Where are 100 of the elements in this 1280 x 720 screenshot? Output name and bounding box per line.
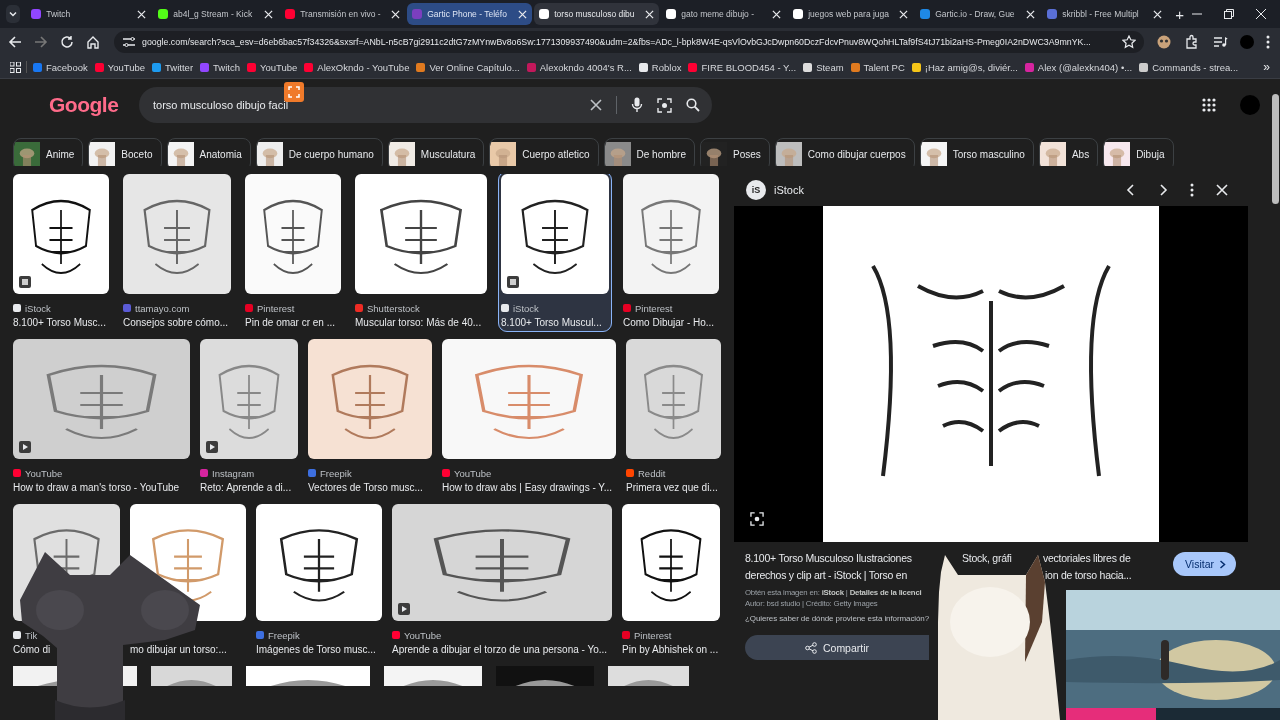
preview-title[interactable]: derechos y clip art - iStock | Torso en xyxy=(745,569,908,581)
screenshot-icon[interactable] xyxy=(284,82,304,102)
bookmark[interactable]: Roblox xyxy=(637,61,683,73)
bookmark[interactable]: YouTube xyxy=(246,61,299,73)
info-link[interactable]: ¿Quieres saber de dónde proviene esta información? xyxy=(745,614,929,623)
browser-tab[interactable]: skribbl - Free Multipl xyxy=(1042,3,1168,25)
browser-tab[interactable]: gato meme dibujo - xyxy=(661,3,787,25)
close-icon[interactable] xyxy=(899,9,909,19)
image-result[interactable]: Freepik Imágenes de Torso musc... xyxy=(256,504,382,656)
preview-title[interactable]: Stock, gráfi xyxy=(962,552,1012,564)
preview-title[interactable]: 8.100+ Torso Musculoso Ilustraciones xyxy=(745,552,912,564)
preview-title[interactable]: ion de torso hacia... xyxy=(1045,569,1132,581)
bookmark[interactable]: Alex (@alexkn404) •... xyxy=(1023,61,1134,73)
filter-chip[interactable]: De cuerpo humano xyxy=(255,138,383,166)
source-name: ttamayo.com xyxy=(135,302,190,314)
more-icon[interactable] xyxy=(1190,183,1194,197)
previous-icon[interactable] xyxy=(1126,184,1136,196)
visit-button[interactable]: Visitar xyxy=(1173,552,1236,576)
filter-chip[interactable]: Cuerpo atletico xyxy=(489,138,599,166)
more-bookmarks-button[interactable]: » xyxy=(1263,60,1270,74)
filter-chip[interactable]: Musculatura xyxy=(387,138,485,166)
bookmark[interactable]: FIRE BLOOD454 - Y... xyxy=(687,61,798,73)
bookmark[interactable]: YouTube xyxy=(93,61,147,73)
close-icon[interactable] xyxy=(645,9,655,19)
scrollbar-thumb[interactable] xyxy=(1272,94,1279,204)
bookmark[interactable]: Facebook xyxy=(32,61,89,73)
image-result[interactable]: Freepik Vectores de Torso musc... xyxy=(308,339,432,494)
new-tab-button[interactable]: + xyxy=(1169,5,1190,23)
close-icon[interactable] xyxy=(264,9,274,19)
image-result[interactable]: Pinterest Pin de omar cr en ... xyxy=(245,174,341,329)
image-result[interactable]: YouTube How to draw a man's torso - YouTube xyxy=(13,339,190,494)
browser-tab[interactable]: Gartic Phone - Teléfo xyxy=(407,3,533,25)
image-result[interactable]: Instagram Reto: Aprende a di... xyxy=(200,339,298,494)
browser-tab[interactable]: Gartic.io - Draw, Gue xyxy=(915,3,1041,25)
close-icon[interactable] xyxy=(518,9,528,19)
bookmark[interactable]: Twitter xyxy=(151,61,195,73)
browser-tab[interactable]: ab4l_g Stream - Kick xyxy=(153,3,279,25)
browser-tab[interactable]: torso musculoso dibu xyxy=(534,3,660,25)
filter-chip[interactable]: Anatomia xyxy=(166,138,251,166)
bookmark[interactable]: AlexOkndo - YouTube xyxy=(303,61,411,73)
restore-icon[interactable] xyxy=(1224,9,1234,19)
close-icon[interactable] xyxy=(1153,9,1163,19)
close-icon[interactable] xyxy=(1026,9,1036,19)
image-result[interactable]: iStock 8.100+ Torso Muscul... xyxy=(501,174,609,329)
filter-chip[interactable]: Dibuja xyxy=(1103,138,1174,166)
filter-chip[interactable]: Poses xyxy=(700,138,770,166)
filter-chip[interactable]: Anime xyxy=(13,138,84,166)
image-result[interactable]: YouTube Aprende a dibujar el torzo de una persona - Yo... xyxy=(392,504,612,656)
filter-chip[interactable]: Torso masculino xyxy=(919,138,1034,166)
reload-icon[interactable] xyxy=(60,35,74,49)
apps-grid-icon[interactable] xyxy=(1202,98,1216,112)
media-control-icon[interactable] xyxy=(1212,34,1228,50)
address-bar[interactable]: google.com/search?sca_esv=d6eb6bac57f34326&sxsrf=ANbL-n5cB7gi2911c2dtG7zMYnwBv8o6Sw:1771309937490&udm=2&fbs=ADc_l-bpk8W4E-qsVlOvbGJcDwpn60DczFdcvPnuv8WQohHLTaf9fS4tJ71bi2aHS-Pmeg0IA2nDWC3A9mnYK... xyxy=(114,31,1144,53)
image-result[interactable]: Pinterest Como Dibujar - Ho... xyxy=(623,174,719,329)
bookmark-star-icon[interactable] xyxy=(1122,35,1136,49)
image-result[interactable]: YouTube How to draw abs | Easy drawings - Y... xyxy=(442,339,616,494)
bookmark[interactable]: Ver Online Capítulo... xyxy=(415,61,521,73)
close-icon[interactable] xyxy=(1256,9,1266,19)
close-icon[interactable] xyxy=(772,9,782,19)
image-result[interactable]: Reddit Primera vez que di... xyxy=(626,339,721,494)
browser-tab[interactable]: Twitch xyxy=(26,3,152,25)
apps-icon[interactable] xyxy=(10,61,21,73)
bookmark[interactable]: Alexokndo 4004's R... xyxy=(525,61,633,73)
camera-search-icon[interactable] xyxy=(750,512,764,526)
next-icon[interactable] xyxy=(1158,184,1168,196)
bookmark[interactable]: Talent PC xyxy=(849,61,906,73)
filter-chip[interactable]: Como dibujar cuerpos xyxy=(774,138,915,166)
search-field[interactable]: torso musculoso dibujo facil xyxy=(139,87,712,123)
browser-tab[interactable]: juegos web para juga xyxy=(788,3,914,25)
home-icon[interactable] xyxy=(86,35,100,49)
bookmark[interactable]: Steam xyxy=(802,61,845,73)
back-icon[interactable] xyxy=(8,35,22,49)
close-icon[interactable] xyxy=(137,9,147,19)
puzzle-icon[interactable] xyxy=(1184,34,1200,50)
site-icon xyxy=(285,9,296,19)
filter-chip[interactable]: Abs xyxy=(1038,138,1099,166)
image-result[interactable]: Shutterstock Muscular torso: Más de 40... xyxy=(355,174,487,329)
bookmark[interactable]: Commands - strea... xyxy=(1138,61,1240,73)
tab-search-button[interactable] xyxy=(6,5,21,23)
search-icon[interactable] xyxy=(686,98,700,112)
site-settings-icon[interactable] xyxy=(122,36,136,48)
clear-icon[interactable] xyxy=(590,99,602,111)
google-logo[interactable]: Google xyxy=(49,93,125,117)
bookmark[interactable]: ¡Haz amig@s, diviér... xyxy=(910,61,1019,73)
close-icon[interactable] xyxy=(1216,184,1228,196)
filter-chip[interactable]: De hombre xyxy=(603,138,695,166)
image-result[interactable]: ttamayo.com Consejos sobre cómo... xyxy=(123,174,231,329)
close-icon[interactable] xyxy=(391,9,401,19)
preview-title[interactable]: vectoriales libres de xyxy=(1043,552,1131,564)
bookmark[interactable]: Twitch xyxy=(199,61,241,73)
camera-search-icon[interactable] xyxy=(657,97,672,113)
forward-icon[interactable] xyxy=(34,35,48,49)
share-button[interactable]: Compartir xyxy=(745,635,929,660)
image-result[interactable]: Pinterest Pin by Abhishek on ... xyxy=(622,504,720,656)
image-result[interactable]: iStock 8.100+ Torso Musc... xyxy=(13,174,109,329)
menu-icon[interactable] xyxy=(1266,35,1270,49)
microphone-icon[interactable] xyxy=(631,97,643,113)
filter-chip[interactable]: Boceto xyxy=(88,138,162,166)
extension-icon[interactable] xyxy=(1156,34,1172,50)
browser-tab[interactable]: Transmisión en vivo - xyxy=(280,3,406,25)
